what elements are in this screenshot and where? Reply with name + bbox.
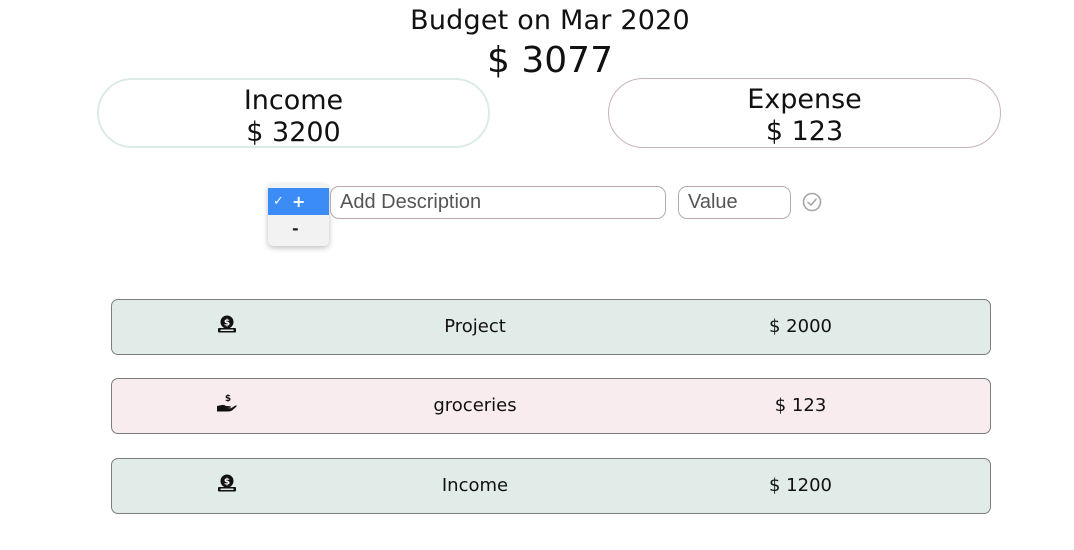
page-title: Budget on Mar 2020 bbox=[410, 5, 690, 36]
money-bag-icon: $ bbox=[218, 315, 236, 333]
transaction-description: Income bbox=[441, 475, 509, 496]
transaction-description: Project bbox=[444, 316, 506, 337]
hand-dollar-icon: $ bbox=[217, 394, 237, 412]
transaction-row[interactable]: $ groceries $ 123 bbox=[111, 378, 991, 434]
type-option-minus-label: - bbox=[292, 219, 299, 238]
transaction-amount: $ 2000 bbox=[769, 316, 832, 337]
type-option-plus-label: + bbox=[292, 192, 306, 211]
budget-total: $ 3077 bbox=[487, 40, 613, 81]
transaction-amount: $ 123 bbox=[774, 395, 827, 416]
svg-text:$: $ bbox=[224, 318, 230, 328]
expense-summary-label: Expense bbox=[747, 84, 862, 115]
transaction-description: groceries bbox=[433, 395, 517, 416]
money-bag-icon: $ bbox=[218, 474, 236, 492]
type-option-plus[interactable]: ✓ + bbox=[268, 188, 329, 215]
type-select-dropdown[interactable]: ✓ + - bbox=[268, 184, 329, 246]
income-summary-amount: $ 3200 bbox=[246, 117, 341, 148]
svg-text:$: $ bbox=[225, 394, 231, 404]
type-option-minus[interactable]: - bbox=[268, 215, 329, 242]
budget-app: Budget on Mar 2020 $ 3077 Income $ 3200 … bbox=[0, 0, 1074, 550]
income-summary-card: Income $ 3200 bbox=[97, 78, 490, 148]
transaction-row[interactable]: $ Income $ 1200 bbox=[111, 458, 991, 514]
description-input[interactable] bbox=[330, 186, 666, 219]
check-circle-icon[interactable] bbox=[801, 191, 823, 213]
svg-text:$: $ bbox=[224, 477, 230, 487]
income-summary-label: Income bbox=[243, 85, 344, 116]
transaction-amount: $ 1200 bbox=[769, 475, 832, 496]
value-input[interactable] bbox=[678, 186, 791, 219]
transaction-row[interactable]: $ Project $ 2000 bbox=[111, 299, 991, 355]
expense-summary-card: Expense $ 123 bbox=[608, 78, 1001, 148]
selected-check-icon: ✓ bbox=[273, 194, 284, 209]
expense-summary-amount: $ 123 bbox=[765, 116, 844, 147]
